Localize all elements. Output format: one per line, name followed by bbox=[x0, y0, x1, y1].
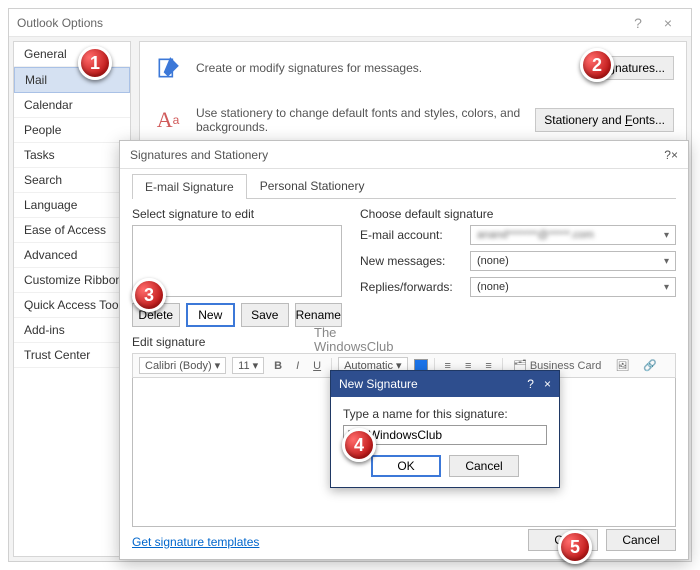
nav-trust-center[interactable]: Trust Center bbox=[14, 343, 130, 368]
options-title: Outlook Options bbox=[17, 16, 623, 30]
help-icon[interactable]: ? bbox=[623, 15, 653, 31]
nav-advanced[interactable]: Advanced bbox=[14, 243, 130, 268]
email-account-dropdown[interactable]: anand*******@*****.com▾ bbox=[470, 225, 676, 245]
nav-customize-ribbon[interactable]: Customize Ribbon bbox=[14, 268, 130, 293]
close-icon[interactable]: × bbox=[653, 15, 683, 31]
nav-search[interactable]: Search bbox=[14, 168, 130, 193]
tab-email-signature[interactable]: E-mail Signature bbox=[132, 174, 247, 199]
signatures-title: Signatures and Stationery bbox=[130, 148, 664, 162]
marker-5: 5 bbox=[558, 530, 592, 564]
chevron-down-icon: ▾ bbox=[664, 256, 669, 267]
underline-button[interactable]: U bbox=[309, 359, 325, 373]
nav-quick-access[interactable]: Quick Access Toolbar bbox=[14, 293, 130, 318]
chevron-down-icon: ▾ bbox=[664, 282, 669, 293]
save-button[interactable]: Save bbox=[241, 303, 289, 327]
marker-3: 3 bbox=[132, 278, 166, 312]
picture-icon[interactable]: 🖼 bbox=[611, 358, 633, 373]
marker-4: 4 bbox=[342, 428, 376, 462]
font-size-dropdown[interactable]: 11 ▾ bbox=[232, 357, 264, 374]
new-sig-ok-button[interactable]: OK bbox=[371, 455, 441, 477]
stationery-fonts-button[interactable]: Stationery and Fonts... bbox=[535, 108, 674, 132]
edit-signature-label: Edit signature bbox=[132, 335, 676, 349]
options-nav: General Mail Calendar People Tasks Searc… bbox=[13, 41, 131, 557]
chevron-down-icon: ▾ bbox=[215, 359, 221, 372]
marker-1: 1 bbox=[78, 46, 112, 80]
nav-mail[interactable]: Mail bbox=[14, 67, 130, 93]
font-name-dropdown[interactable]: Calibri (Body) ▾ bbox=[139, 357, 226, 374]
tab-personal-stationery[interactable]: Personal Stationery bbox=[247, 173, 378, 198]
new-sig-cancel-button[interactable]: Cancel bbox=[449, 455, 519, 477]
italic-button[interactable]: I bbox=[292, 359, 303, 373]
nav-addins[interactable]: Add-ins bbox=[14, 318, 130, 343]
chevron-down-icon: ▾ bbox=[664, 230, 669, 241]
link-icon[interactable]: 🔗 bbox=[639, 358, 661, 373]
chevron-down-icon: ▾ bbox=[253, 359, 259, 372]
email-account-label: E-mail account: bbox=[360, 228, 464, 242]
default-sig-label: Choose default signature bbox=[360, 207, 676, 221]
new-sig-prompt: Type a name for this signature: bbox=[343, 407, 547, 421]
nav-people[interactable]: People bbox=[14, 118, 130, 143]
marker-2: 2 bbox=[580, 48, 614, 82]
new-button[interactable]: New bbox=[186, 303, 236, 327]
new-sig-titlebar: New Signature ? × bbox=[331, 371, 559, 397]
replies-dropdown[interactable]: (none)▾ bbox=[470, 277, 676, 297]
options-titlebar: Outlook Options ? × bbox=[9, 9, 691, 37]
signatures-titlebar: Signatures and Stationery ? × bbox=[120, 141, 688, 169]
new-messages-dropdown[interactable]: (none)▾ bbox=[470, 251, 676, 271]
nav-language[interactable]: Language bbox=[14, 193, 130, 218]
signature-desc: Create or modify signatures for messages… bbox=[196, 61, 577, 75]
new-sig-title: New Signature bbox=[339, 377, 527, 391]
sig-close-icon[interactable]: × bbox=[671, 148, 678, 162]
sig-cancel-button[interactable]: Cancel bbox=[606, 529, 676, 551]
ns-close-icon[interactable]: × bbox=[544, 377, 551, 391]
signatures-dialog: Signatures and Stationery ? × E-mail Sig… bbox=[119, 140, 689, 560]
nav-ease-of-access[interactable]: Ease of Access bbox=[14, 218, 130, 243]
rename-button[interactable]: Rename bbox=[295, 303, 343, 327]
nav-tasks[interactable]: Tasks bbox=[14, 143, 130, 168]
select-sig-label: Select signature to edit bbox=[132, 207, 342, 221]
stationery-icon: Aa bbox=[152, 104, 184, 136]
new-messages-label: New messages: bbox=[360, 254, 464, 268]
ns-help-icon[interactable]: ? bbox=[527, 377, 534, 391]
signature-icon bbox=[152, 52, 184, 84]
nav-general[interactable]: General bbox=[14, 42, 130, 67]
bold-button[interactable]: B bbox=[270, 359, 286, 373]
signature-tabs: E-mail Signature Personal Stationery bbox=[132, 173, 676, 199]
stationery-desc: Use stationery to change default fonts a… bbox=[196, 106, 523, 134]
sig-help-icon[interactable]: ? bbox=[664, 148, 671, 162]
replies-label: Replies/forwards: bbox=[360, 280, 464, 294]
nav-calendar[interactable]: Calendar bbox=[14, 93, 130, 118]
